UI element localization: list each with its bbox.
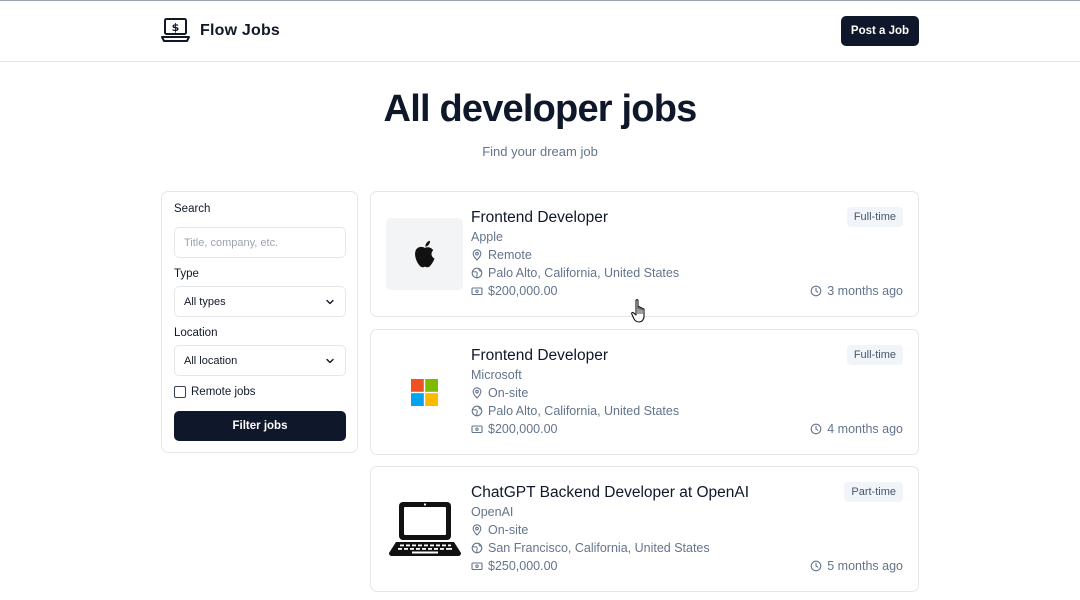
job-posted-text: 5 months ago — [827, 559, 903, 573]
job-company: Apple — [471, 230, 503, 244]
location-label: Location — [174, 327, 218, 339]
job-location: Palo Alto, California, United States — [471, 266, 679, 280]
job-posted: 5 months ago — [810, 559, 903, 573]
chevron-down-icon — [326, 299, 334, 304]
job-work-mode-text: On-site — [488, 523, 529, 537]
globe-icon — [471, 405, 483, 417]
company-logo — [386, 356, 463, 428]
clock-icon — [810, 423, 822, 435]
job-posted-text: 4 months ago — [827, 422, 903, 436]
remote-jobs-row[interactable]: Remote jobs — [174, 386, 256, 398]
laptop-dollar-logo-icon: $ — [161, 18, 190, 42]
post-job-button[interactable]: Post a Job — [841, 16, 919, 46]
job-location-text: Palo Alto, California, United States — [488, 266, 680, 280]
brand-link[interactable]: $ Flow Jobs — [161, 18, 280, 43]
navbar: $ Flow Jobs Post a Job — [0, 1, 1080, 62]
job-work-mode: Remote — [471, 248, 532, 262]
job-location: Palo Alto, California, United States — [471, 404, 679, 418]
laptop-icon — [388, 502, 461, 556]
brand-name: Flow Jobs — [200, 21, 281, 39]
job-salary-text: $200,000.00 — [488, 422, 558, 436]
job-location-text: San Francisco, California, United States — [488, 541, 710, 555]
job-title[interactable]: Frontend Developer — [471, 347, 608, 365]
search-label: Search — [174, 203, 211, 215]
banknote-icon — [471, 562, 483, 571]
filter-panel: Search Type All types Location All locat… — [161, 191, 358, 453]
map-pin-icon — [472, 249, 482, 261]
type-select-value: All types — [184, 295, 226, 308]
company-logo — [386, 218, 463, 290]
location-select[interactable]: All location — [174, 345, 346, 376]
job-card[interactable]: Frontend Developer Microsoft On-site Pal… — [370, 329, 919, 455]
job-posted: 3 months ago — [810, 284, 903, 298]
globe-icon — [471, 267, 483, 279]
job-work-mode: On-site — [471, 523, 528, 537]
type-select[interactable]: All types — [174, 286, 346, 317]
job-posted-text: 3 months ago — [827, 284, 903, 298]
map-pin-icon — [472, 387, 482, 399]
clock-icon — [810, 285, 822, 297]
job-salary: $250,000.00 — [471, 559, 558, 573]
map-pin-icon — [472, 524, 482, 536]
job-company: OpenAI — [471, 505, 514, 519]
job-work-mode-text: On-site — [488, 386, 529, 400]
clock-icon — [810, 560, 822, 572]
chevron-down-icon — [326, 358, 334, 363]
remote-jobs-label[interactable]: Remote jobs — [191, 386, 256, 398]
job-salary-text: $200,000.00 — [488, 284, 558, 298]
search-input[interactable] — [174, 227, 346, 258]
pointer-cursor-icon — [631, 299, 645, 323]
job-posted: 4 months ago — [810, 422, 903, 436]
job-salary: $200,000.00 — [471, 284, 558, 298]
job-salary-text: $250,000.00 — [488, 559, 558, 573]
remote-jobs-checkbox[interactable] — [174, 386, 186, 398]
type-label: Type — [174, 268, 199, 280]
job-title[interactable]: Frontend Developer — [471, 209, 608, 227]
job-salary: $200,000.00 — [471, 422, 558, 436]
page-subtitle: Find your dream job — [482, 144, 598, 159]
job-card[interactable]: ChatGPT Backend Developer at OpenAI Open… — [370, 466, 919, 592]
job-type-badge: Part-time — [844, 482, 903, 502]
banknote-icon — [471, 425, 483, 434]
job-work-mode: On-site — [471, 386, 528, 400]
job-location-text: Palo Alto, California, United States — [488, 404, 680, 418]
location-select-value: All location — [184, 354, 238, 367]
job-location: San Francisco, California, United States — [471, 541, 710, 555]
job-work-mode-text: Remote — [488, 248, 532, 262]
apple-logo-icon — [414, 240, 434, 268]
company-logo — [386, 493, 463, 565]
svg-text:$: $ — [172, 21, 180, 34]
filter-jobs-button[interactable]: Filter jobs — [174, 411, 346, 441]
globe-icon — [471, 542, 483, 554]
job-type-badge: Full-time — [846, 207, 903, 227]
page-title: All developer jobs — [383, 88, 698, 130]
job-type-badge: Full-time — [846, 345, 903, 365]
job-title[interactable]: ChatGPT Backend Developer at OpenAI — [471, 484, 749, 502]
banknote-icon — [471, 287, 483, 296]
job-company: Microsoft — [471, 368, 522, 382]
microsoft-logo-icon — [411, 378, 438, 406]
